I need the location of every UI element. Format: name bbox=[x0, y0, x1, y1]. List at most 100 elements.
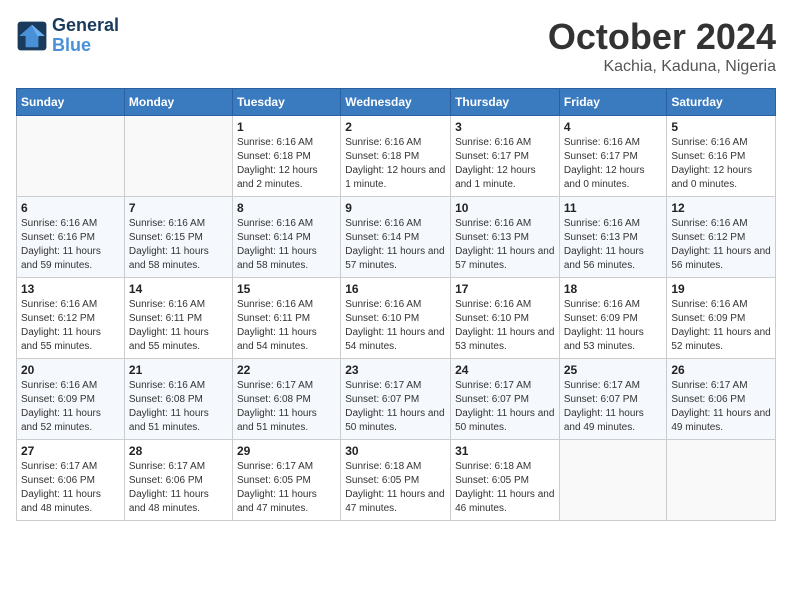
day-number: 28 bbox=[129, 444, 228, 458]
day-number: 4 bbox=[564, 120, 663, 134]
calendar-cell bbox=[17, 116, 125, 197]
day-number: 25 bbox=[564, 363, 663, 377]
day-info: Sunrise: 6:16 AMSunset: 6:13 PMDaylight:… bbox=[564, 217, 663, 273]
day-info: Sunrise: 6:17 AMSunset: 6:06 PMDaylight:… bbox=[671, 379, 771, 435]
calendar-cell bbox=[667, 440, 776, 521]
day-number: 3 bbox=[455, 120, 555, 134]
logo-text: General Blue bbox=[52, 16, 119, 56]
calendar-cell: 25 Sunrise: 6:17 AMSunset: 6:07 PMDayligh… bbox=[559, 359, 667, 440]
day-number: 1 bbox=[237, 120, 336, 134]
day-info: Sunrise: 6:16 AMSunset: 6:12 PMDaylight:… bbox=[671, 217, 771, 273]
day-info: Sunrise: 6:17 AMSunset: 6:08 PMDaylight:… bbox=[237, 379, 336, 435]
day-info: Sunrise: 6:16 AMSunset: 6:17 PMDaylight:… bbox=[455, 136, 555, 192]
day-number: 11 bbox=[564, 201, 663, 215]
calendar-body: 1 Sunrise: 6:16 AMSunset: 6:18 PMDaylight… bbox=[17, 116, 776, 521]
day-number: 24 bbox=[455, 363, 555, 377]
calendar-cell: 24 Sunrise: 6:17 AMSunset: 6:07 PMDayligh… bbox=[451, 359, 560, 440]
day-number: 31 bbox=[455, 444, 555, 458]
day-number: 29 bbox=[237, 444, 336, 458]
weekday-header: Friday bbox=[559, 89, 667, 116]
calendar-cell: 29 Sunrise: 6:17 AMSunset: 6:05 PMDayligh… bbox=[232, 440, 340, 521]
calendar-cell: 28 Sunrise: 6:17 AMSunset: 6:06 PMDayligh… bbox=[124, 440, 232, 521]
day-info: Sunrise: 6:16 AMSunset: 6:11 PMDaylight:… bbox=[237, 298, 336, 354]
calendar-cell: 7Sunrise: 6:16 AMSunset: 6:15 PMDaylight… bbox=[124, 197, 232, 278]
calendar-cell: 4 Sunrise: 6:16 AMSunset: 6:17 PMDaylight… bbox=[559, 116, 667, 197]
day-number: 30 bbox=[345, 444, 446, 458]
calendar-cell: 1 Sunrise: 6:16 AMSunset: 6:18 PMDaylight… bbox=[232, 116, 340, 197]
header-row: SundayMondayTuesdayWednesdayThursdayFrid… bbox=[17, 89, 776, 116]
calendar-week-row: 27 Sunrise: 6:17 AMSunset: 6:06 PMDayligh… bbox=[17, 440, 776, 521]
day-number: 10 bbox=[455, 201, 555, 215]
day-info: Sunrise: 6:16 AMSunset: 6:18 PMDaylight:… bbox=[237, 136, 336, 192]
weekday-header: Tuesday bbox=[232, 89, 340, 116]
weekday-header: Monday bbox=[124, 89, 232, 116]
calendar-cell bbox=[124, 116, 232, 197]
day-info: Sunrise: 6:16 AMSunset: 6:12 PMDaylight:… bbox=[21, 298, 120, 354]
day-number: 23 bbox=[345, 363, 446, 377]
calendar-cell: 12 Sunrise: 6:16 AMSunset: 6:12 PMDayligh… bbox=[667, 197, 776, 278]
calendar-cell: 10 Sunrise: 6:16 AMSunset: 6:13 PMDayligh… bbox=[451, 197, 560, 278]
day-info: Sunrise: 6:16 AMSunset: 6:14 PMDaylight:… bbox=[237, 217, 336, 273]
logo-icon bbox=[16, 20, 48, 52]
calendar-cell: 20 Sunrise: 6:16 AMSunset: 6:09 PMDayligh… bbox=[17, 359, 125, 440]
calendar-cell: 9Sunrise: 6:16 AMSunset: 6:14 PMDaylight… bbox=[341, 197, 451, 278]
calendar-cell: 22Sunrise: 6:17 AMSunset: 6:08 PMDayligh… bbox=[232, 359, 340, 440]
calendar-week-row: 20 Sunrise: 6:16 AMSunset: 6:09 PMDayligh… bbox=[17, 359, 776, 440]
calendar-cell: 17Sunrise: 6:16 AMSunset: 6:10 PMDayligh… bbox=[451, 278, 560, 359]
day-number: 21 bbox=[129, 363, 228, 377]
day-info: Sunrise: 6:16 AMSunset: 6:09 PMDaylight:… bbox=[21, 379, 120, 435]
day-number: 15 bbox=[237, 282, 336, 296]
calendar-cell: 15 Sunrise: 6:16 AMSunset: 6:11 PMDayligh… bbox=[232, 278, 340, 359]
day-number: 16 bbox=[345, 282, 446, 296]
month-title: October 2024 bbox=[548, 16, 776, 58]
day-number: 9 bbox=[345, 201, 446, 215]
day-number: 13 bbox=[21, 282, 120, 296]
day-info: Sunrise: 6:16 AMSunset: 6:16 PMDaylight:… bbox=[671, 136, 771, 192]
calendar-cell bbox=[559, 440, 667, 521]
calendar-cell: 31 Sunrise: 6:18 AMSunset: 6:05 PMDayligh… bbox=[451, 440, 560, 521]
day-info: Sunrise: 6:16 AMSunset: 6:09 PMDaylight:… bbox=[671, 298, 771, 354]
day-number: 20 bbox=[21, 363, 120, 377]
day-number: 6 bbox=[21, 201, 120, 215]
calendar-header: SundayMondayTuesdayWednesdayThursdayFrid… bbox=[17, 89, 776, 116]
weekday-header: Saturday bbox=[667, 89, 776, 116]
day-number: 19 bbox=[671, 282, 771, 296]
day-number: 26 bbox=[671, 363, 771, 377]
day-info: Sunrise: 6:16 AMSunset: 6:10 PMDaylight:… bbox=[345, 298, 446, 354]
calendar-cell: 5Sunrise: 6:16 AMSunset: 6:16 PMDaylight… bbox=[667, 116, 776, 197]
day-info: Sunrise: 6:17 AMSunset: 6:05 PMDaylight:… bbox=[237, 460, 336, 516]
day-info: Sunrise: 6:16 AMSunset: 6:16 PMDaylight:… bbox=[21, 217, 120, 273]
calendar-week-row: 1 Sunrise: 6:16 AMSunset: 6:18 PMDaylight… bbox=[17, 116, 776, 197]
day-info: Sunrise: 6:16 AMSunset: 6:11 PMDaylight:… bbox=[129, 298, 228, 354]
calendar-cell: 23Sunrise: 6:17 AMSunset: 6:07 PMDayligh… bbox=[341, 359, 451, 440]
logo-line2: Blue bbox=[52, 36, 119, 56]
day-number: 14 bbox=[129, 282, 228, 296]
calendar-cell: 27 Sunrise: 6:17 AMSunset: 6:06 PMDayligh… bbox=[17, 440, 125, 521]
day-info: Sunrise: 6:17 AMSunset: 6:06 PMDaylight:… bbox=[21, 460, 120, 516]
weekday-header: Thursday bbox=[451, 89, 560, 116]
day-number: 12 bbox=[671, 201, 771, 215]
day-info: Sunrise: 6:16 AMSunset: 6:17 PMDaylight:… bbox=[564, 136, 663, 192]
day-info: Sunrise: 6:17 AMSunset: 6:07 PMDaylight:… bbox=[455, 379, 555, 435]
title-block: October 2024 Kachia, Kaduna, Nigeria bbox=[548, 16, 776, 76]
day-number: 2 bbox=[345, 120, 446, 134]
day-number: 27 bbox=[21, 444, 120, 458]
calendar-cell: 21 Sunrise: 6:16 AMSunset: 6:08 PMDayligh… bbox=[124, 359, 232, 440]
day-info: Sunrise: 6:16 AMSunset: 6:13 PMDaylight:… bbox=[455, 217, 555, 273]
day-info: Sunrise: 6:16 AMSunset: 6:09 PMDaylight:… bbox=[564, 298, 663, 354]
day-info: Sunrise: 6:16 AMSunset: 6:08 PMDaylight:… bbox=[129, 379, 228, 435]
logo-line1: General bbox=[52, 16, 119, 36]
weekday-header: Wednesday bbox=[341, 89, 451, 116]
calendar-week-row: 13 Sunrise: 6:16 AMSunset: 6:12 PMDayligh… bbox=[17, 278, 776, 359]
day-info: Sunrise: 6:17 AMSunset: 6:06 PMDaylight:… bbox=[129, 460, 228, 516]
calendar-cell: 18Sunrise: 6:16 AMSunset: 6:09 PMDayligh… bbox=[559, 278, 667, 359]
calendar-week-row: 6 Sunrise: 6:16 AMSunset: 6:16 PMDaylight… bbox=[17, 197, 776, 278]
calendar-cell: 19 Sunrise: 6:16 AMSunset: 6:09 PMDayligh… bbox=[667, 278, 776, 359]
weekday-header: Sunday bbox=[17, 89, 125, 116]
day-info: Sunrise: 6:18 AMSunset: 6:05 PMDaylight:… bbox=[455, 460, 555, 516]
day-info: Sunrise: 6:17 AMSunset: 6:07 PMDaylight:… bbox=[564, 379, 663, 435]
day-number: 8 bbox=[237, 201, 336, 215]
calendar-cell: 8 Sunrise: 6:16 AMSunset: 6:14 PMDaylight… bbox=[232, 197, 340, 278]
day-info: Sunrise: 6:16 AMSunset: 6:10 PMDaylight:… bbox=[455, 298, 555, 354]
calendar-cell: 14 Sunrise: 6:16 AMSunset: 6:11 PMDayligh… bbox=[124, 278, 232, 359]
